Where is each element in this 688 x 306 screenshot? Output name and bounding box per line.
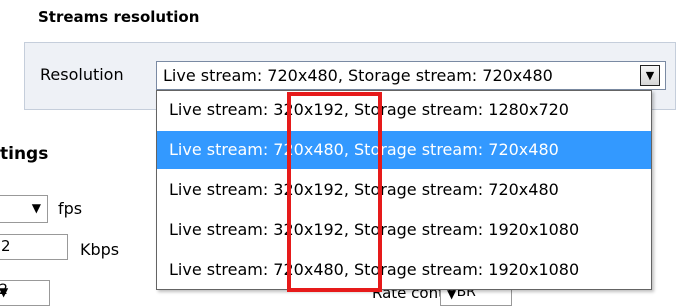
chevron-down-icon: ▼	[0, 285, 9, 299]
resolution-dropdown-list: Live stream: 320x192, Storage stream: 12…	[156, 90, 652, 290]
dropdown-option[interactable]: Live stream: 320x192, Storage stream: 19…	[157, 211, 651, 249]
dropdown-option[interactable]: Live stream: 720x480, Storage stream: 19…	[157, 251, 651, 289]
dropdown-option-selected[interactable]: Live stream: 720x480, Storage stream: 72…	[157, 131, 651, 169]
bitrate-input[interactable]: 2	[0, 234, 68, 260]
dropdown-button[interactable]: ▼	[640, 65, 660, 86]
resolution-combobox[interactable]: Live stream: 720x480, Storage stream: 72…	[156, 61, 666, 90]
dropdown-option[interactable]: Live stream: 320x192, Storage stream: 12…	[157, 91, 651, 129]
kbps-label: Kbps	[80, 240, 120, 259]
resolution-selected-value: Live stream: 720x480, Storage stream: 72…	[163, 66, 553, 85]
fps-combobox[interactable]: ▼	[0, 195, 48, 223]
secondary-combobox[interactable]: 2 ▼	[0, 280, 50, 306]
section-title: Streams resolution	[38, 8, 200, 26]
resolution-label: Resolution	[40, 65, 124, 84]
bitrate-value: 2	[1, 237, 11, 255]
settings-heading: tings	[0, 144, 49, 164]
fps-label: fps	[58, 199, 83, 218]
chevron-down-icon: ▼	[31, 201, 41, 215]
chevron-down-icon: ▼	[645, 69, 655, 82]
dropdown-option[interactable]: Live stream: 320x192, Storage stream: 72…	[157, 171, 651, 209]
